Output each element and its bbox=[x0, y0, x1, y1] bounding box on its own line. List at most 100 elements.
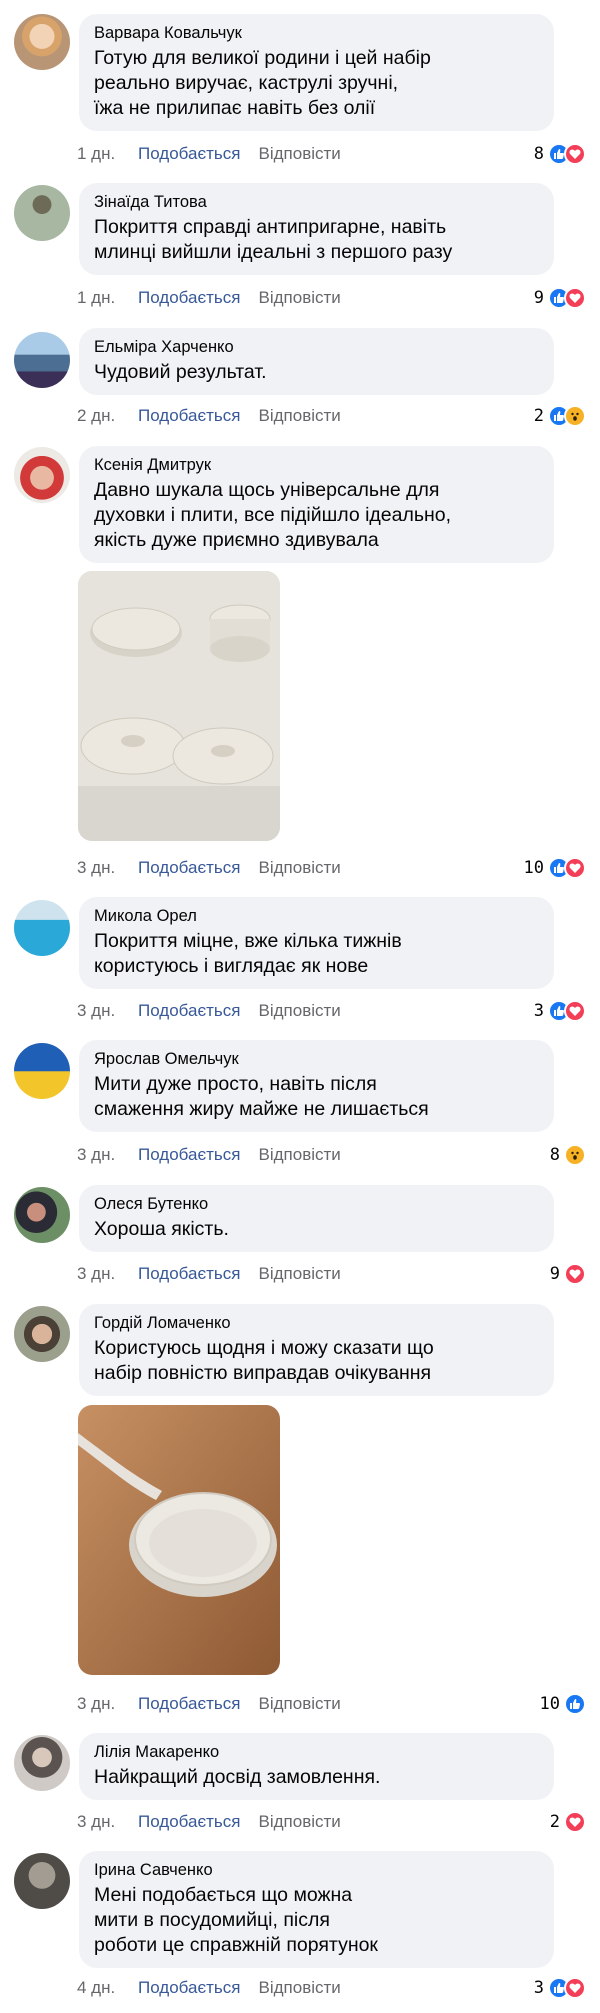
cookware-set-photo[interactable] bbox=[78, 571, 280, 841]
reaction-count: 3 bbox=[533, 1001, 544, 1021]
reaction-summary[interactable]: 10 bbox=[540, 1692, 586, 1716]
reply-link[interactable]: Відповісти bbox=[259, 1145, 341, 1165]
comment-author[interactable]: Лілія Макаренко bbox=[94, 1742, 539, 1762]
avatar[interactable] bbox=[14, 332, 70, 388]
comment-actions: 2 дн. Подобається Відповісти 2 bbox=[77, 404, 586, 428]
reply-link[interactable]: Відповісти bbox=[259, 1001, 341, 1021]
love-icon bbox=[564, 1977, 586, 1999]
avatar[interactable] bbox=[14, 1853, 70, 1909]
comment-text: Чудовий результат. bbox=[94, 361, 267, 383]
frying-pan-photo[interactable] bbox=[78, 1405, 280, 1675]
comment-time[interactable]: 3 дн. bbox=[77, 1264, 138, 1284]
comment-actions: 3 дн. Подобається Відповісти 9 bbox=[77, 1262, 586, 1286]
reaction-summary[interactable]: 2 bbox=[534, 404, 586, 428]
comment-author[interactable]: Микола Орел bbox=[94, 906, 539, 926]
like-link[interactable]: Подобається bbox=[138, 1001, 241, 1021]
comment-text: Мені подобається що можна мити в посудом… bbox=[94, 1884, 378, 1956]
comment-bubble: Лілія Макаренко Найкращий досвід замовле… bbox=[79, 1733, 554, 1800]
reply-link[interactable]: Відповісти bbox=[259, 1694, 341, 1714]
wow-icon bbox=[564, 405, 586, 427]
comment-author[interactable]: Варвара Ковальчук bbox=[94, 23, 539, 43]
reaction-count: 8 bbox=[549, 1145, 560, 1165]
comment-bubble: Гордій Ломаченко Користуюсь щодня і можу… bbox=[79, 1304, 554, 1396]
comment-actions: 3 дн. Подобається Відповісти 8 bbox=[77, 1143, 586, 1167]
love-icon bbox=[564, 287, 586, 309]
comment-time[interactable]: 3 дн. bbox=[77, 1812, 138, 1832]
comment-text: Давно шукала щось універсальне для духов… bbox=[94, 479, 452, 551]
like-link[interactable]: Подобається bbox=[138, 858, 241, 878]
comment-actions: 4 дн. Подобається Відповісти 3 bbox=[77, 1976, 586, 2000]
love-icon bbox=[564, 1811, 586, 1833]
like-link[interactable]: Подобається bbox=[138, 1694, 241, 1714]
reaction-summary[interactable]: 3 bbox=[534, 999, 586, 1023]
like-icon bbox=[564, 1693, 586, 1715]
reply-link[interactable]: Відповісти bbox=[259, 1812, 341, 1832]
comment-bubble: Ксенія Дмитрук Давно шукала щось універс… bbox=[79, 446, 554, 563]
comment-time[interactable]: 4 дн. bbox=[77, 1978, 138, 1998]
reply-link[interactable]: Відповісти bbox=[259, 1264, 341, 1284]
like-link[interactable]: Подобається bbox=[138, 144, 241, 164]
comment-text: Покриття міцне, вже кілька тижнів корист… bbox=[94, 930, 402, 977]
avatar[interactable] bbox=[14, 900, 70, 956]
comment-time[interactable]: 1 дн. bbox=[77, 288, 138, 308]
comment-text: Користуюсь щодня і можу сказати що набір… bbox=[94, 1337, 434, 1384]
comment-time[interactable]: 3 дн. bbox=[77, 1001, 138, 1021]
like-link[interactable]: Подобається bbox=[138, 1812, 241, 1832]
comment-time[interactable]: 2 дн. bbox=[77, 406, 138, 426]
reaction-count: 9 bbox=[533, 288, 544, 308]
avatar[interactable] bbox=[14, 1735, 70, 1791]
like-link[interactable]: Подобається bbox=[138, 288, 241, 308]
comment-bubble: Ярослав Омельчук Мити дуже просто, навіт… bbox=[79, 1040, 554, 1132]
comment-time[interactable]: 3 дн. bbox=[77, 1694, 138, 1714]
comment-author[interactable]: Ельміра Харченко bbox=[94, 337, 539, 357]
like-link[interactable]: Подобається bbox=[138, 1264, 241, 1284]
love-icon bbox=[564, 143, 586, 165]
like-link[interactable]: Подобається bbox=[138, 1978, 241, 1998]
reaction-count: 10 bbox=[523, 858, 544, 878]
reaction-summary[interactable]: 9 bbox=[550, 1262, 586, 1286]
reply-link[interactable]: Відповісти bbox=[259, 858, 341, 878]
comment-author[interactable]: Олеся Бутенко bbox=[94, 1194, 539, 1214]
comment-time[interactable]: 3 дн. bbox=[77, 1145, 138, 1165]
comment-author[interactable]: Ксенія Дмитрук bbox=[94, 455, 539, 475]
comment-time[interactable]: 1 дн. bbox=[77, 144, 138, 164]
reply-link[interactable]: Відповісти bbox=[259, 144, 341, 164]
reply-link[interactable]: Відповісти bbox=[259, 1978, 341, 1998]
comment-actions: 1 дн. Подобається Відповісти 9 bbox=[77, 286, 586, 310]
like-link[interactable]: Подобається bbox=[138, 406, 241, 426]
reaction-summary[interactable]: 9 bbox=[534, 286, 586, 310]
avatar[interactable] bbox=[14, 447, 70, 503]
avatar[interactable] bbox=[14, 1043, 70, 1099]
reaction-summary[interactable]: 8 bbox=[550, 1143, 586, 1167]
reaction-summary[interactable]: 10 bbox=[524, 856, 586, 880]
reply-link[interactable]: Відповісти bbox=[259, 288, 341, 308]
wow-icon bbox=[564, 1144, 586, 1166]
comment-time[interactable]: 3 дн. bbox=[77, 858, 138, 878]
like-link[interactable]: Подобається bbox=[138, 1145, 241, 1165]
reaction-count: 9 bbox=[549, 1264, 560, 1284]
reaction-summary[interactable]: 8 bbox=[534, 142, 586, 166]
comment-author[interactable]: Гордій Ломаченко bbox=[94, 1313, 539, 1333]
comment-text: Готую для великої родини і цей набір реа… bbox=[94, 47, 431, 119]
comment-text: Найкращий досвід замовлення. bbox=[94, 1766, 381, 1788]
reaction-count: 8 bbox=[533, 144, 544, 164]
reaction-count: 2 bbox=[533, 406, 544, 426]
reaction-summary[interactable]: 2 bbox=[550, 1810, 586, 1834]
comment-actions: 3 дн. Подобається Відповісти 3 bbox=[77, 999, 586, 1023]
comment-text: Покриття справді антипригарне, навіть мл… bbox=[94, 216, 453, 263]
comment-author[interactable]: Зінаїда Титова bbox=[94, 192, 539, 212]
avatar[interactable] bbox=[14, 185, 70, 241]
avatar[interactable] bbox=[14, 1306, 70, 1362]
reaction-count: 3 bbox=[533, 1978, 544, 1998]
comment-author[interactable]: Ярослав Омельчук bbox=[94, 1049, 539, 1069]
avatar[interactable] bbox=[14, 14, 70, 70]
love-icon bbox=[564, 1263, 586, 1285]
comment-actions: 1 дн. Подобається Відповісти 8 bbox=[77, 142, 586, 166]
comment-bubble: Варвара Ковальчук Готую для великої роди… bbox=[79, 14, 554, 131]
comment-author[interactable]: Ірина Савченко bbox=[94, 1860, 539, 1880]
comment-text: Мити дуже просто, навіть після смаження … bbox=[94, 1073, 429, 1120]
comment-bubble: Олеся Бутенко Хороша якість. bbox=[79, 1185, 554, 1252]
reply-link[interactable]: Відповісти bbox=[259, 406, 341, 426]
avatar[interactable] bbox=[14, 1187, 70, 1243]
reaction-summary[interactable]: 3 bbox=[534, 1976, 586, 2000]
